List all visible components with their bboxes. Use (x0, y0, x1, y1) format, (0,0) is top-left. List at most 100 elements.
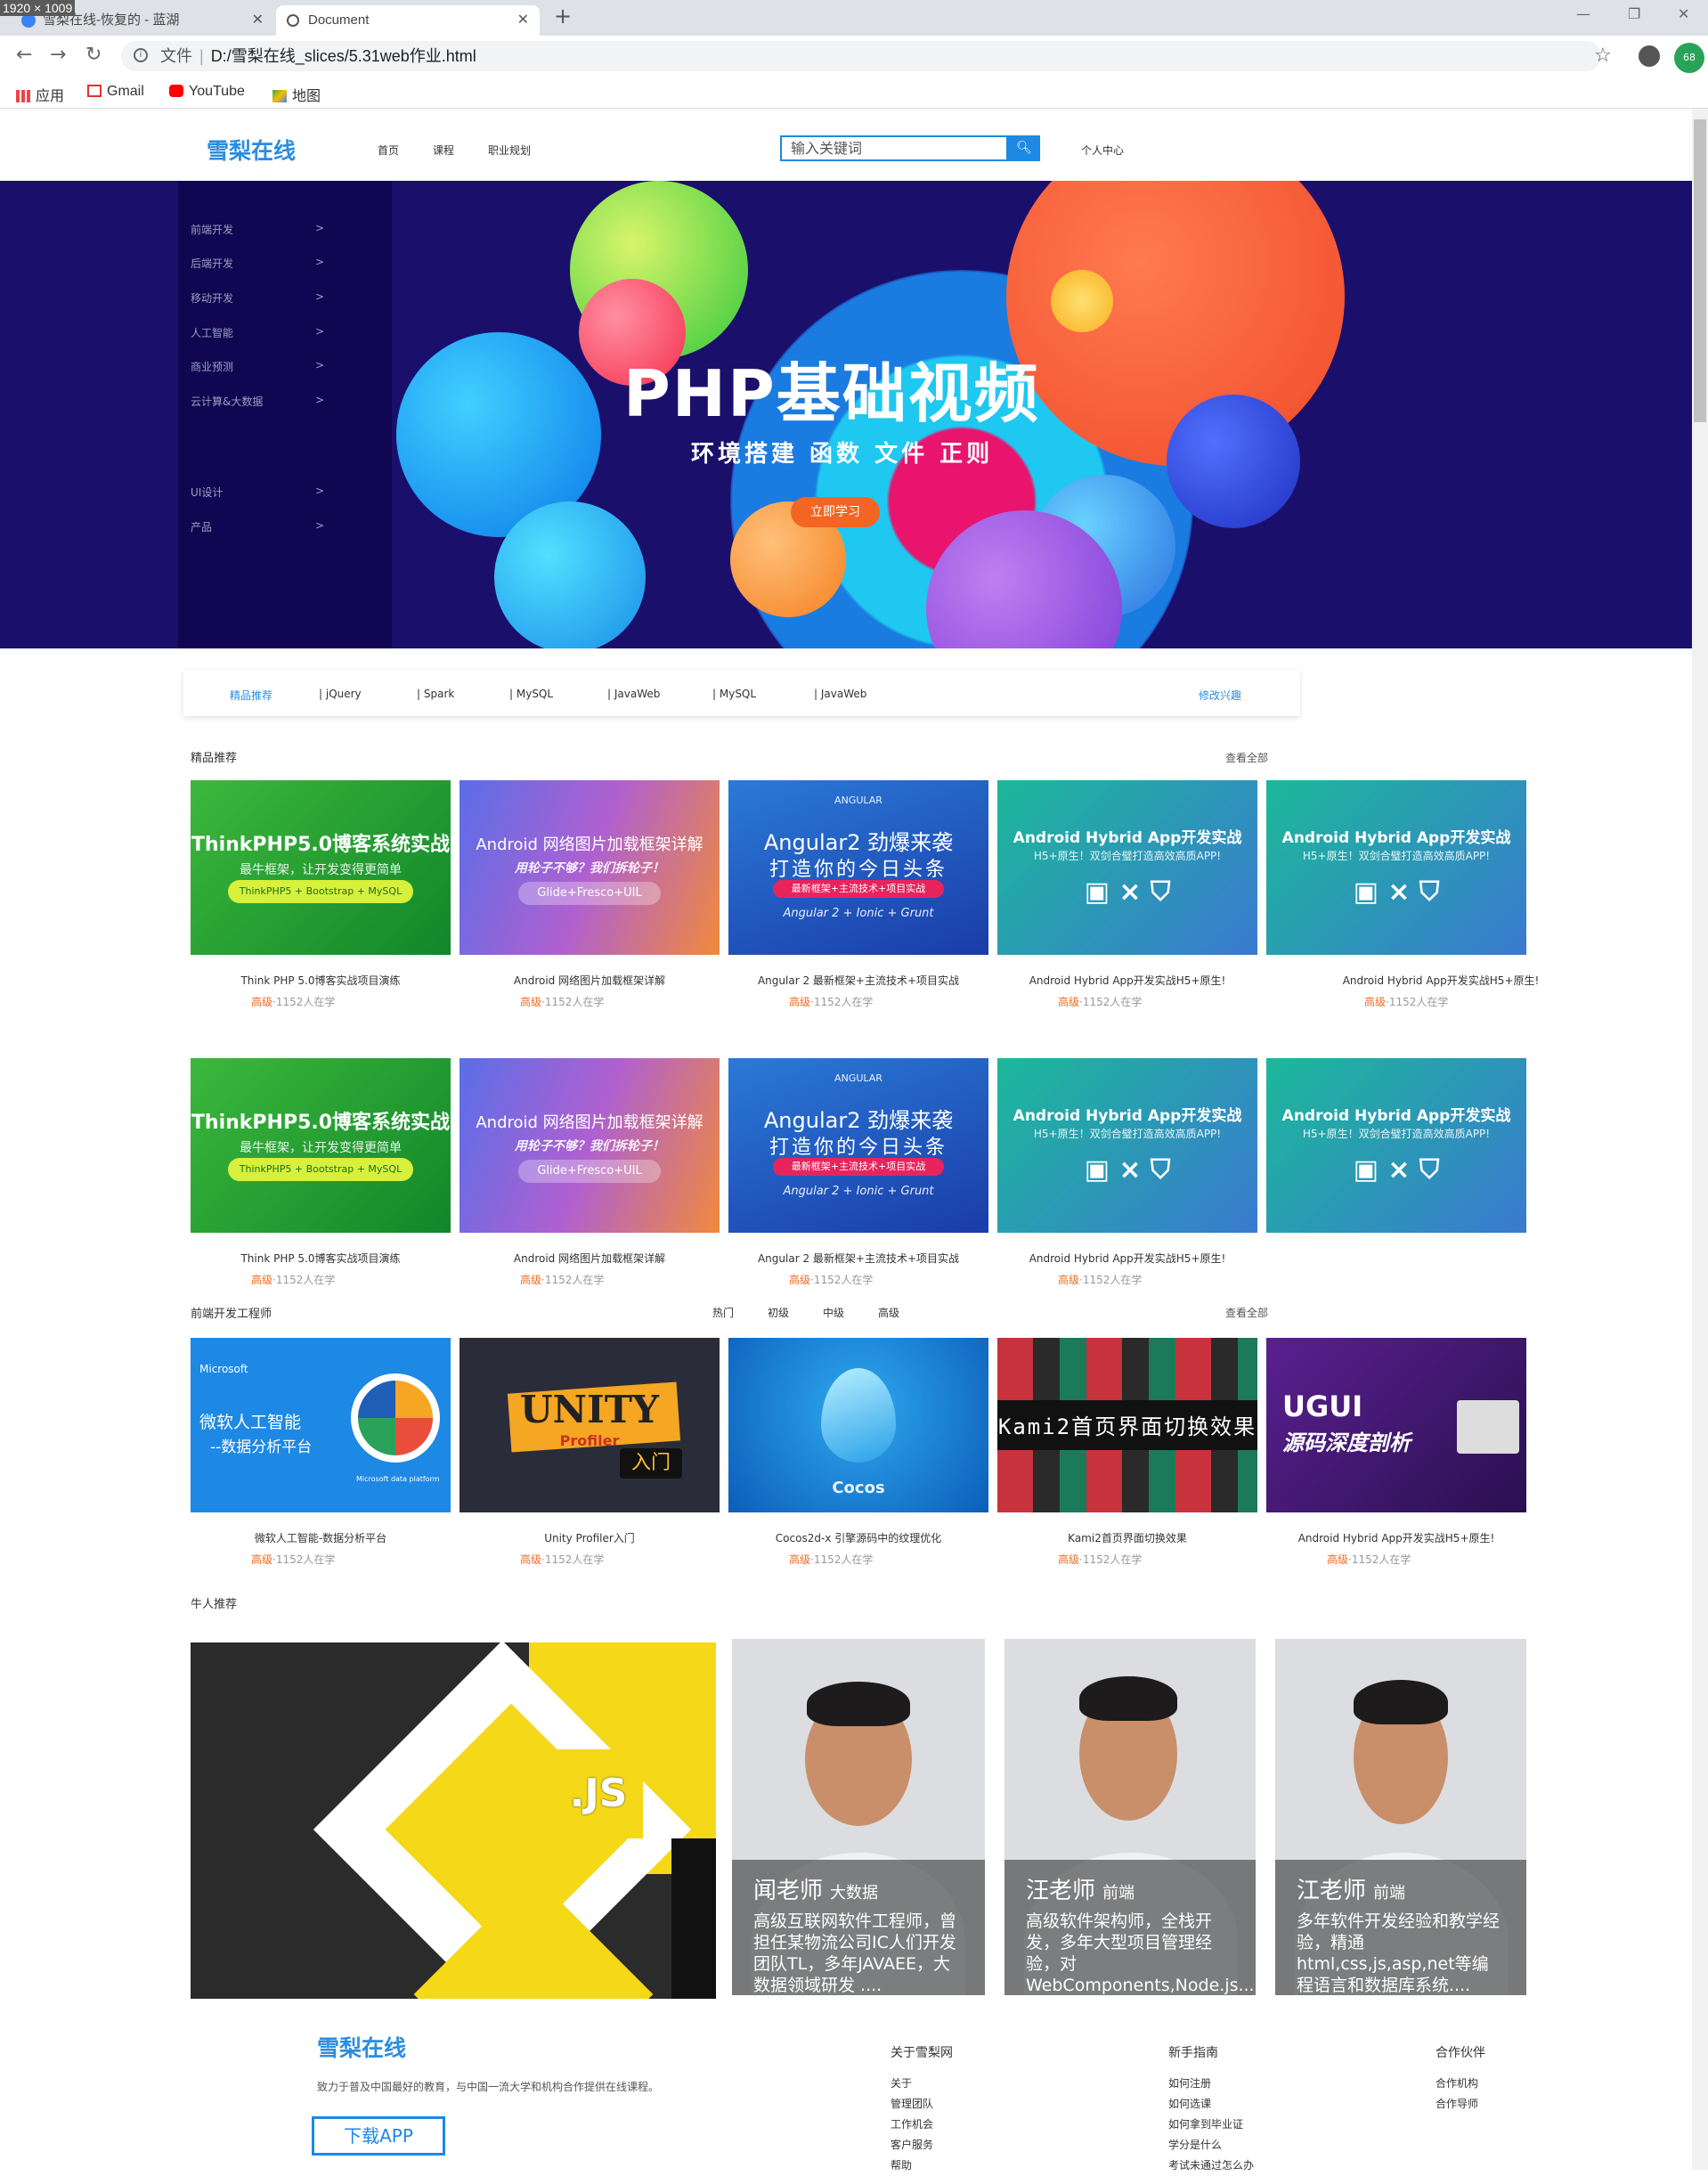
tag-item[interactable]: | jQuery (319, 688, 362, 700)
forward-icon[interactable]: → (50, 44, 66, 66)
filter-beginner[interactable]: 初级 (768, 1305, 789, 1320)
course-meta: 高级·1152人在学 (789, 1274, 874, 1286)
hero-banner[interactable]: 前端开发 > 后端开发 > 移动开发 > 人工智能 > 商业预测 > 云计算&大数据 > U… (0, 181, 1692, 648)
category-item[interactable]: 产品 > (191, 519, 324, 534)
footer-logo[interactable]: 雪梨在线 (317, 2031, 406, 2063)
tag-item[interactable]: | MySQL (509, 688, 553, 700)
user-center-link[interactable]: 个人中心 (1081, 143, 1124, 158)
nav-courses[interactable]: 课程 (433, 143, 454, 158)
category-item[interactable]: 商业预测 > (191, 359, 324, 374)
close-tab-icon[interactable]: ✕ (252, 5, 264, 36)
course-card[interactable]: Android Hybrid App开发实战 H5+原生！双剑合璧打造高效高质A… (997, 1058, 1257, 1286)
course-card[interactable]: UGUI 源码深度剖析 Android Hybrid App开发实战H5+原生!… (1266, 1338, 1526, 1566)
footer-link[interactable]: 如何注册 (1168, 2074, 1254, 2094)
site-logo[interactable]: 雪梨在线 (207, 134, 296, 166)
url-input[interactable]: i 文件 | D:/雪梨在线_slices/5.31web作业.html (121, 41, 1601, 71)
filter-intermediate[interactable]: 中级 (823, 1305, 844, 1320)
gmail-icon (87, 85, 102, 97)
footer-link[interactable]: 客户服务 (891, 2135, 953, 2156)
bookmark-star-icon[interactable]: ☆ (1594, 45, 1612, 67)
js-course-banner[interactable]: .JS (191, 1642, 716, 1999)
footer-link[interactable]: 关于 (891, 2074, 953, 2094)
tag-item[interactable]: | Spark (417, 688, 454, 700)
footer-link[interactable]: 合作机构 (1436, 2074, 1485, 2094)
bookmark-youtube[interactable]: YouTube (169, 84, 245, 100)
footer-link[interactable]: 如何选课 (1168, 2094, 1254, 2115)
filter-advanced[interactable]: 高级 (878, 1305, 899, 1320)
close-tab-icon[interactable]: ✕ (517, 5, 529, 36)
nav-home[interactable]: 首页 (378, 143, 399, 158)
category-item[interactable]: 前端开发 > (191, 222, 324, 237)
info-icon[interactable]: i (134, 48, 148, 62)
category-item[interactable]: 后端开发 > (191, 256, 324, 271)
footer-link[interactable]: 合作导师 (1436, 2094, 1485, 2115)
course-title: Angular 2 最新框架+主流技术+项目实战 (757, 974, 960, 987)
tab-document[interactable]: Document ✕ (276, 5, 540, 36)
footer-link[interactable]: 考试未通过怎么办 (1168, 2156, 1254, 2176)
bookmark-apps[interactable]: 应用 (16, 84, 64, 105)
course-card[interactable]: Kami2首页界面切换效果 Kami2首页界面切换效果 高级·1152人在学 (997, 1338, 1257, 1566)
course-title: Android 网络图片加载框架详解 (513, 1252, 666, 1265)
category-item[interactable]: 人工智能 > (191, 325, 324, 340)
minimize-icon[interactable]: — (1576, 5, 1590, 22)
course-title: Android 网络图片加载框架详解 (513, 974, 666, 987)
decor-circle (1051, 270, 1113, 332)
teacher-card[interactable]: 闻老师 大数据 高级互联网软件工程师，曾担任某物流公司IC人们开发团队TL，多年J… (732, 1639, 985, 1995)
tag-item[interactable]: | JavaWeb (814, 688, 866, 700)
course-card[interactable]: Android 网络图片加载框架详解 用轮子不够？我们拆轮子！ Glide+Fr… (460, 780, 720, 1008)
reload-icon[interactable]: ↻ (85, 44, 102, 66)
footer-link[interactable]: 工作机会 (891, 2115, 953, 2135)
course-card[interactable]: Cocos Cocos2d-x 引擎源码中的纹理优化 高级·1152人在学 (728, 1338, 988, 1566)
course-meta: 高级·1152人在学 (520, 1553, 605, 1566)
see-all-link[interactable]: 查看全部 (1225, 750, 1268, 765)
bookmark-gmail[interactable]: Gmail (87, 84, 144, 100)
see-all-link[interactable]: 查看全部 (1225, 1305, 1268, 1320)
close-window-icon[interactable]: ✕ (1678, 5, 1689, 22)
course-thumbnail: ANGULAR Angular2 劲爆来袭 打造你的今日头条 最新框架+主流技术… (728, 780, 988, 955)
category-item[interactable]: 移动开发 > (191, 290, 324, 306)
new-tab-icon[interactable]: + (554, 4, 572, 29)
tag-featured[interactable]: 精品推荐 (230, 688, 272, 703)
course-card[interactable]: ANGULAR Angular2 劲爆来袭 打造你的今日头条 最新框架+主流技术… (728, 780, 988, 1008)
filter-hot[interactable]: 热门 (712, 1305, 734, 1320)
footer-link[interactable]: 学分是什么 (1168, 2135, 1254, 2156)
tag-item[interactable]: | JavaWeb (607, 688, 660, 700)
course-card[interactable]: Android 网络图片加载框架详解 用轮子不够？我们拆轮子！ Glide+Fr… (460, 1058, 720, 1286)
course-meta: 高级·1152人在学 (789, 1553, 874, 1566)
scrollbar[interactable] (1692, 109, 1708, 2170)
course-card[interactable]: ThinkPHP5.0博客系统实战 最牛框架，让开发变得更简单 ThinkPHP… (191, 780, 451, 1008)
category-item[interactable]: 云计算&大数据 > (191, 394, 324, 409)
download-app-button[interactable]: 下载APP (312, 2116, 445, 2156)
course-card[interactable]: Android Hybrid App开发实战 H5+原生！双剑合璧打造高效高质A… (997, 780, 1257, 1008)
category-item[interactable]: UI设计 > (191, 485, 324, 500)
modify-interests-link[interactable]: 修改兴趣 (1199, 688, 1241, 703)
search-button[interactable]: 🔍︎ (1008, 135, 1040, 161)
laptop-icon (1457, 1400, 1519, 1454)
start-learning-button[interactable]: 立即学习 (791, 497, 880, 527)
course-card[interactable]: ANGULAR Angular2 劲爆来袭 打造你的今日头条 最新框架+主流技术… (728, 1058, 988, 1286)
nav-career[interactable]: 职业规划 (488, 143, 531, 158)
course-card[interactable]: Microsoft 微软人工智能 --数据分析平台 Microsoft data… (191, 1338, 451, 1566)
course-card[interactable]: UNITY Profiler 入门 Unity Profiler入门 高级·11… (460, 1338, 720, 1566)
footer-link[interactable]: 帮助 (891, 2156, 953, 2176)
restore-icon[interactable]: ❐ (1628, 5, 1640, 22)
search-input[interactable]: 输入关键词 (780, 135, 1008, 161)
course-card[interactable]: Android Hybrid App开发实战 H5+原生！双剑合璧打造高效高质A… (1266, 780, 1539, 1008)
course-card[interactable]: ThinkPHP5.0博客系统实战 最牛框架，让开发变得更简单 ThinkPHP… (191, 1058, 451, 1286)
course-meta: 高级·1152人在学 (1327, 1553, 1411, 1566)
key-icon (671, 1838, 716, 1999)
teacher-card[interactable]: 江老师 前端 多年软件开发经验和教学经验，精通html,css,js,asp,ne… (1275, 1639, 1526, 1995)
bookmark-maps[interactable]: 地图 (272, 84, 321, 105)
footer-link[interactable]: 如何拿到毕业证 (1168, 2115, 1254, 2135)
course-card[interactable]: Android Hybrid App开发实战 H5+原生！双剑合璧打造高效高质A… (1266, 1058, 1526, 1233)
extension-badge[interactable]: 68 (1674, 43, 1704, 73)
bookmarks-bar: 应用 Gmail YouTube 地图 (0, 77, 1708, 109)
account-icon[interactable] (1639, 45, 1660, 67)
course-title: Kami2首页界面切换效果 (1068, 1532, 1187, 1544)
course-title: Android Hybrid App开发实战H5+原生! (1029, 1252, 1226, 1265)
footer-link[interactable]: 管理团队 (891, 2094, 953, 2115)
teacher-card[interactable]: 汪老师 前端 高级软件架构师，全栈开发，多年大型项目管理经验，对WebCompon… (1004, 1639, 1256, 1995)
back-icon[interactable]: ← (16, 44, 32, 66)
scrollbar-thumb[interactable] (1694, 119, 1706, 422)
tag-item[interactable]: | MySQL (712, 688, 756, 700)
